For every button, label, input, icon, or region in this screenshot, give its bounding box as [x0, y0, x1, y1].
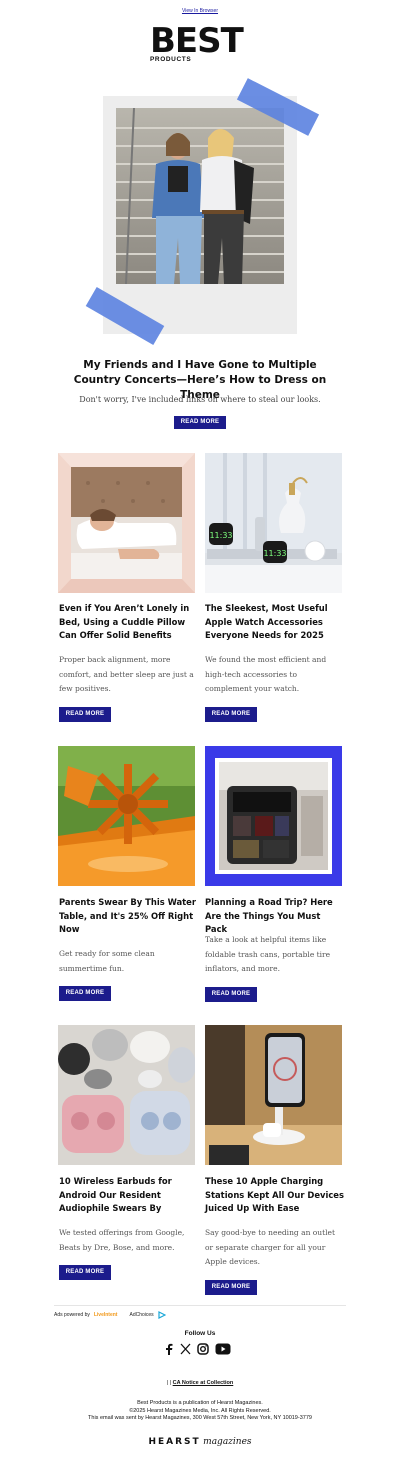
adchoices-icon[interactable]	[158, 1311, 166, 1319]
card-read-more-button[interactable]: READ MORE	[59, 1265, 111, 1280]
card-image-wireless-earbuds[interactable]	[58, 1025, 195, 1165]
ca-notice-link[interactable]: CA Notice at Collection	[173, 1380, 234, 1386]
instagram-icon[interactable]	[197, 1343, 209, 1355]
magazines-wordmark: magazines	[203, 1437, 252, 1447]
legal-line: Best Products is a publication of Hearst…	[137, 1400, 263, 1406]
hero-description: Don't worry, I've included links on wher…	[79, 395, 321, 404]
legal-line: This email was sent by Hearst Magazines,…	[88, 1415, 312, 1421]
liveintent-logo[interactable]: LiveIntent	[94, 1312, 118, 1318]
card-read-more-button[interactable]: READ MORE	[59, 986, 111, 1001]
ca-notice-line: | | CA Notice at Collection	[0, 1380, 400, 1386]
card-title[interactable]: 10 Wireless Earbuds for Android Our Resi…	[59, 1175, 199, 1216]
divider	[54, 1305, 346, 1306]
card-read-more-button[interactable]: READ MORE	[59, 707, 111, 722]
hearst-wordmark: HEARST	[148, 1437, 201, 1447]
card-read-more-button[interactable]: READ MORE	[205, 707, 257, 722]
card-image-road-trip[interactable]	[205, 746, 342, 886]
legal-line: ©2025 Hearst Magazines Media, Inc. All R…	[129, 1407, 271, 1414]
card-description: Get ready for some clean summertime fun.	[59, 949, 155, 973]
logo-main: BEST	[150, 21, 244, 61]
card-title[interactable]: Parents Swear By This Water Table, and I…	[59, 896, 199, 937]
legal-text: Best Products is a publication of Hearst…	[0, 1400, 400, 1423]
card-description: We tested offerings from Google, Beats b…	[59, 1228, 185, 1252]
watch-time-text: 11:33	[263, 549, 286, 558]
card-image-cuddle-pillow[interactable]	[58, 453, 195, 593]
card-image-apple-watch[interactable]: 11:33 11:33	[205, 453, 342, 593]
ca-separator: | |	[166, 1380, 172, 1386]
x-icon[interactable]	[180, 1343, 191, 1355]
facebook-icon[interactable]	[164, 1343, 174, 1355]
card-image-charging-station[interactable]	[205, 1025, 342, 1165]
card-description: Say good-bye to needing an outlet or sep…	[205, 1228, 335, 1266]
youtube-icon[interactable]	[215, 1343, 231, 1355]
view-in-browser-link[interactable]: View In Browser	[0, 8, 400, 14]
watch-time-text: 11:33	[209, 531, 232, 540]
ads-powered-by: Ads powered by	[54, 1312, 90, 1318]
hearst-magazines-logo[interactable]: HEARST magazines	[0, 1436, 400, 1447]
ads-attribution: Ads powered by LiveIntent AdChoices	[54, 1311, 166, 1319]
card-title[interactable]: The Sleekest, Most Useful Apple Watch Ac…	[205, 602, 345, 643]
card-title[interactable]: Planning a Road Trip? Here Are the Thing…	[205, 896, 345, 937]
follow-us-heading: Follow Us	[184, 1330, 216, 1337]
card-title[interactable]: Even if You Aren’t Lonely in Bed, Using …	[59, 602, 199, 643]
card-description: We found the most efficient and high-tec…	[205, 655, 327, 693]
social-links	[164, 1342, 236, 1356]
hero-image[interactable]	[116, 108, 284, 284]
card-title[interactable]: These 10 Apple Charging Stations Kept Al…	[205, 1175, 345, 1216]
card-description: Take a look at helpful items like foldab…	[205, 935, 331, 973]
email-page: { "header": { "view_in_browser": "View I…	[0, 0, 400, 1463]
card-read-more-button[interactable]: READ MORE	[205, 987, 257, 1002]
adchoices-link[interactable]: AdChoices	[129, 1312, 153, 1318]
card-description: Proper back alignment, more comfort, and…	[59, 655, 194, 693]
best-products-logo[interactable]: BEST PRODUCTS	[150, 21, 250, 66]
card-read-more-button[interactable]: READ MORE	[205, 1280, 257, 1295]
card-image-water-table[interactable]	[58, 746, 195, 886]
hero-read-more-button[interactable]: READ MORE	[174, 416, 226, 429]
